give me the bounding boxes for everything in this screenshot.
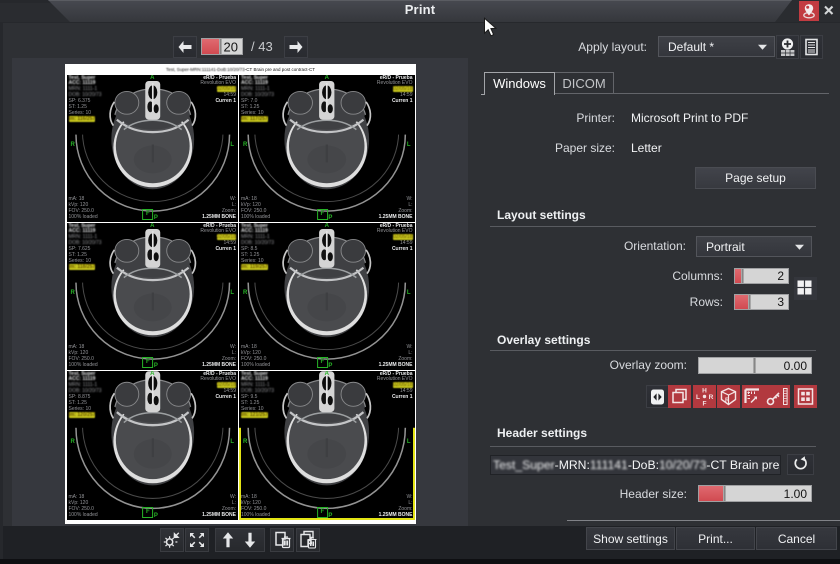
svg-text:R: R <box>725 398 730 404</box>
svg-text:R: R <box>708 394 713 401</box>
svg-text:F: F <box>702 401 706 408</box>
svg-text:L: L <box>696 394 700 401</box>
svg-text:H: H <box>702 388 707 395</box>
